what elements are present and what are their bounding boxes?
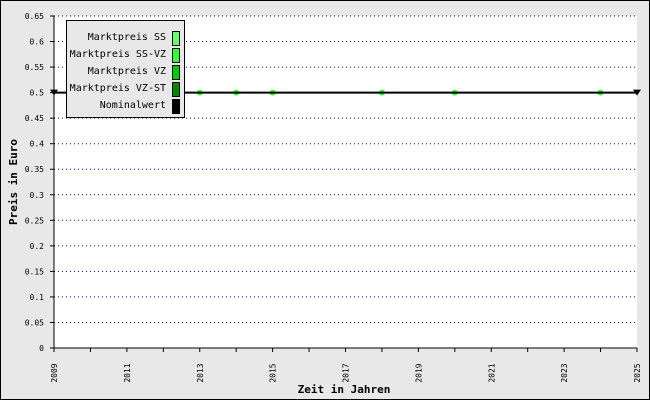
legend-swatch (172, 65, 180, 80)
y-tick-label: 0.45 (25, 114, 44, 123)
x-tick-labels: 2009 2011 2013 2015 2017 2019 2021 2023 2025 (50, 363, 642, 382)
y-tick-labels: 0 0.05 0.1 0.15 0.2 0.25 0.3 0.35 0.4 0.45 0.5 0.55… (25, 12, 44, 353)
legend-swatch (172, 99, 180, 114)
y-tick-label: 0.6 (30, 38, 45, 47)
x-tick-label: 2013 (196, 363, 205, 382)
legend-swatch (172, 82, 180, 97)
x-tick-label: 2019 (414, 363, 423, 382)
x-tick-label: 2021 (487, 363, 496, 382)
legend: Marktpreis SS Marktpreis SS-VZ Marktprei… (66, 20, 185, 118)
legend-item: Nominalwert (67, 97, 184, 115)
legend-swatch (172, 31, 180, 46)
y-tick-label: 0.25 (25, 216, 44, 225)
legend-item: Marktpreis SS-VZ (67, 46, 184, 64)
legend-label: Marktpreis VZ (87, 66, 166, 77)
legend-label: Marktpreis SS (87, 32, 166, 43)
x-tick-label: 2023 (560, 363, 569, 382)
y-tick-label: 0.4 (30, 140, 45, 149)
y-tick-label: 0.1 (30, 293, 45, 302)
y-tick-label: 0.5 (30, 89, 45, 98)
y-tick-label: 0.65 (25, 12, 44, 21)
legend-label: Marktpreis VZ-ST (69, 83, 166, 94)
y-tick-label: 0.05 (25, 318, 44, 327)
y-tick-label: 0 (39, 344, 44, 353)
x-tick-label: 2015 (269, 363, 278, 382)
y-tick-label: 0.35 (25, 165, 44, 174)
legend-item: Marktpreis VZ (67, 63, 184, 81)
y-axis-title: Preis in Euro (7, 139, 20, 225)
y-tick-label: 0.2 (30, 242, 45, 251)
chart-frame: 0 0.05 0.1 0.15 0.2 0.25 0.3 0.35 0.4 0.45 0.5 0.55… (0, 0, 650, 400)
legend-swatch (172, 48, 180, 63)
legend-item: Marktpreis VZ-ST (67, 80, 184, 98)
legend-label: Marktpreis SS-VZ (69, 49, 166, 60)
x-axis-title: Zeit in Jahren (298, 383, 391, 396)
y-tick-label: 0.3 (30, 191, 45, 200)
legend-label: Nominalwert (99, 100, 166, 111)
x-tick-label: 2025 (633, 363, 642, 382)
legend-item: Marktpreis SS (67, 29, 184, 47)
x-tick-label: 2017 (342, 363, 351, 382)
x-tick-label: 2009 (50, 363, 59, 382)
y-tick-label: 0.55 (25, 63, 44, 72)
x-tick-label: 2011 (123, 363, 132, 382)
y-tick-label: 0.15 (25, 267, 44, 276)
